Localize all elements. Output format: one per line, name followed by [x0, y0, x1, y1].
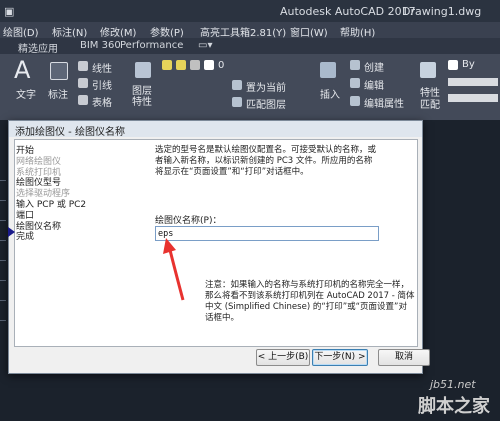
annotation-arrow-overlay: [163, 238, 185, 301]
watermark-site: jb51.net: [430, 378, 476, 391]
annotation-arrow-icon: [163, 238, 185, 301]
watermark-name: 脚本之家: [418, 396, 490, 417]
